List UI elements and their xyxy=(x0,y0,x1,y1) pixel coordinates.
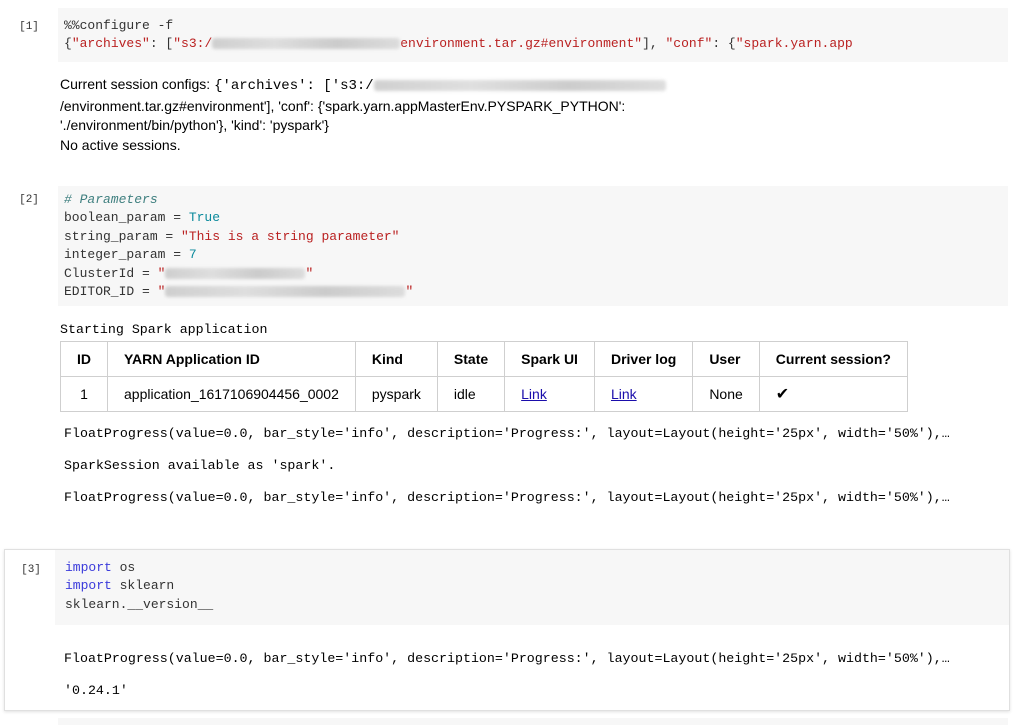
cell-2-prompt: [2] xyxy=(19,194,39,206)
spark-ui-cell: Link xyxy=(504,376,595,412)
code-token: { xyxy=(64,36,72,52)
code-token: " xyxy=(405,284,414,300)
spark-ui-link[interactable]: Link xyxy=(521,386,547,402)
table-header-cell: Spark UI xyxy=(504,341,595,377)
code-token: boolean_param = xyxy=(64,210,189,226)
code-token: : { xyxy=(712,36,736,52)
code-keyword: import xyxy=(65,560,112,575)
table-header-cell: ID xyxy=(60,341,108,377)
cell-1-prompt: [1] xyxy=(19,21,39,33)
redacted-config-path xyxy=(373,79,666,91)
code-comment: # Parameters xyxy=(64,192,158,207)
session-config-line-2: /environment.tar.gz#environment'], 'conf… xyxy=(60,97,626,114)
spark-session-table: ID YARN Application ID Kind State Spark … xyxy=(60,341,908,412)
cell-2-output: Starting Spark application ID YARN Appli… xyxy=(60,321,1025,412)
code-token: os xyxy=(111,560,136,575)
kind-cell: pyspark xyxy=(354,376,438,412)
no-active-sessions-text: No active sessions. xyxy=(60,136,181,153)
code-token: integer_param = xyxy=(64,247,189,263)
redacted-cluster-id xyxy=(165,267,306,279)
redacted-bucket-path xyxy=(212,38,401,50)
table-row: 1 application_1617106904456_0002 pyspark… xyxy=(60,376,908,412)
code-token: : [ xyxy=(149,36,174,52)
table-header-cell: YARN Application ID xyxy=(107,341,356,377)
cell-3-prompt: [3] xyxy=(21,564,41,576)
code-token: " xyxy=(305,265,314,281)
code-token: " xyxy=(157,265,166,281)
code-token: ], xyxy=(642,36,666,52)
yarn-app-id-cell: application_1617106904456_0002 xyxy=(107,376,356,412)
table-header-cell: State xyxy=(436,341,506,377)
code-token: "This is a string parameter" xyxy=(181,228,400,244)
session-config-line-3: './environment/bin/python'}, 'kind': 'py… xyxy=(60,117,329,133)
code-token: "s3:/ xyxy=(173,36,213,52)
next-cell-edge xyxy=(58,718,1008,725)
table-header-cell: Driver log xyxy=(593,341,694,377)
cell-1-code-editor[interactable]: %%configure -f {"archives": ["s3:/ enviro… xyxy=(58,8,1008,62)
table-header-cell: Kind xyxy=(354,341,438,377)
notebook-cell-3[interactable]: [3] import os import sklearn sklearn.__v… xyxy=(4,549,1010,711)
table-header-cell: User xyxy=(692,341,760,377)
cell-3-code-editor[interactable]: import os import sklearn sklearn.__versi… xyxy=(55,550,1009,625)
code-token: 7 xyxy=(188,247,197,263)
starting-spark-text: Starting Spark application xyxy=(60,322,268,337)
code-line: %%configure -f xyxy=(64,18,174,33)
code-token: environment.tar.gz#environment" xyxy=(400,36,643,52)
float-progress-widget-2: FloatProgress(value=0.0, bar_style='info… xyxy=(64,490,950,505)
session-config-label: Current session configs: xyxy=(60,76,215,92)
current-session-check-icon: ✔ xyxy=(758,376,908,412)
cell-1-output: Current session configs: {'archives': ['… xyxy=(60,75,1025,155)
code-token: "archives" xyxy=(71,36,150,52)
cell-3-result: '0.24.1' xyxy=(64,683,128,698)
table-header-cell: Current session? xyxy=(758,341,908,377)
session-config-value: {'archives': ['s3:/ xyxy=(214,78,374,94)
code-token: string_param = xyxy=(64,228,182,244)
code-keyword: import xyxy=(65,578,112,594)
float-progress-widget-3: FloatProgress(value=0.0, bar_style='info… xyxy=(64,651,950,666)
float-progress-widget-1: FloatProgress(value=0.0, bar_style='info… xyxy=(64,426,950,441)
code-token: " xyxy=(157,284,166,300)
redacted-editor-id xyxy=(165,286,406,298)
driver-log-link[interactable]: Link xyxy=(611,386,637,402)
code-token: sklearn xyxy=(111,578,175,594)
spark-session-available-text: SparkSession available as 'spark'. xyxy=(64,458,336,473)
code-token: "spark.yarn.app xyxy=(735,36,853,52)
code-token: EDITOR_ID = xyxy=(64,284,158,300)
state-cell: idle xyxy=(436,376,506,412)
code-token: True xyxy=(188,210,221,226)
driver-log-cell: Link xyxy=(593,376,694,412)
code-token: ClusterId = xyxy=(64,265,158,281)
table-header-row: ID YARN Application ID Kind State Spark … xyxy=(60,341,908,377)
session-id-cell: 1 xyxy=(60,376,108,412)
code-token: sklearn.__version__ xyxy=(65,596,214,612)
cell-2-code-editor[interactable]: # Parameters boolean_param = True string… xyxy=(58,186,1008,306)
user-cell: None xyxy=(692,376,760,412)
code-token: "conf" xyxy=(665,36,713,52)
